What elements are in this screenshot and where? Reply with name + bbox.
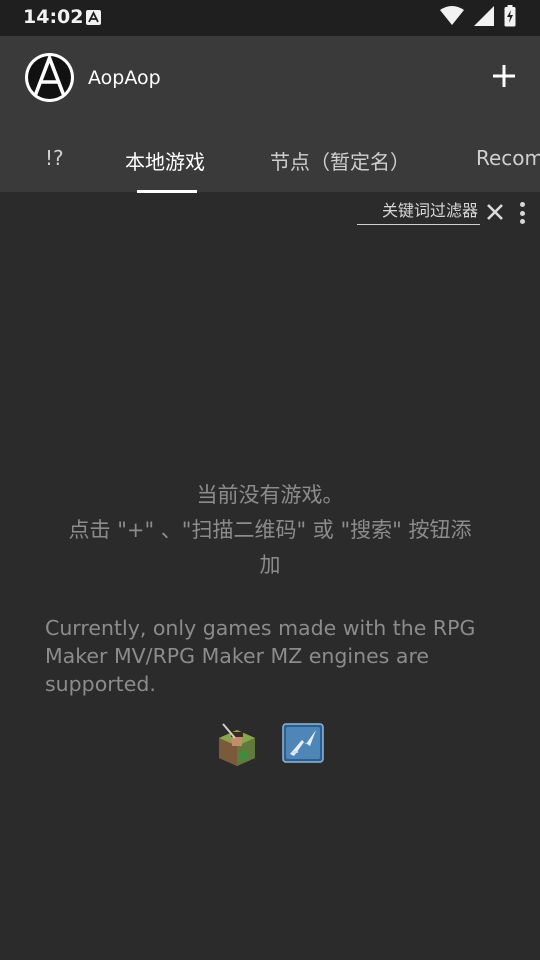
supported-note-line: Currently, only games made with the RPG [45, 616, 476, 640]
close-icon [487, 204, 503, 220]
engine-icons [0, 722, 540, 770]
empty-message-line: 当前没有游戏。 [196, 483, 344, 507]
add-game-button[interactable] [488, 60, 520, 92]
tab-recommended[interactable]: Recom [476, 146, 540, 170]
clear-filter-button[interactable] [485, 202, 505, 222]
more-options-button[interactable] [514, 200, 530, 226]
tab-exclaim-question[interactable]: !? [45, 146, 64, 170]
wifi-icon [440, 6, 464, 30]
empty-message: 当前没有游戏。 点击 "+" 、"扫描二维码" 或 "搜索" 按钮添 加 [45, 478, 495, 583]
rpg-maker-mz-icon [282, 722, 326, 766]
empty-message-line: 点击 "+" 、"扫描二维码" 或 "搜索" 按钮添 [68, 518, 472, 542]
keyword-filter-input[interactable] [357, 197, 480, 225]
filter-row [0, 192, 540, 232]
empty-message-line: 加 [259, 553, 281, 577]
status-time: 14:02 [23, 6, 84, 28]
tab-local-games[interactable]: 本地游戏 [125, 146, 205, 175]
rpg-maker-mv-icon [215, 722, 259, 766]
status-icons [440, 5, 516, 31]
accessibility-a-icon [86, 10, 101, 25]
battery-charging-icon [504, 5, 516, 31]
tab-nodes[interactable]: 节点（暂定名） [270, 146, 410, 175]
tab-bar: !? 本地游戏 节点（暂定名） Recom [0, 140, 540, 193]
signal-icon [474, 6, 494, 30]
status-bar: 14:02 [0, 0, 540, 36]
app-logo-icon [24, 52, 75, 103]
supported-note-line: Maker MV/RPG Maker MZ engines are [45, 644, 430, 668]
supported-note-line: supported. [45, 672, 156, 696]
plus-icon [493, 65, 515, 87]
more-vert-icon [519, 202, 525, 207]
app-title: AopAop [88, 67, 161, 89]
supported-engines-note: Currently, only games made with the RPG … [45, 614, 495, 698]
app-bar: AopAop !? 本地游戏 节点（暂定名） Recom [0, 36, 540, 193]
